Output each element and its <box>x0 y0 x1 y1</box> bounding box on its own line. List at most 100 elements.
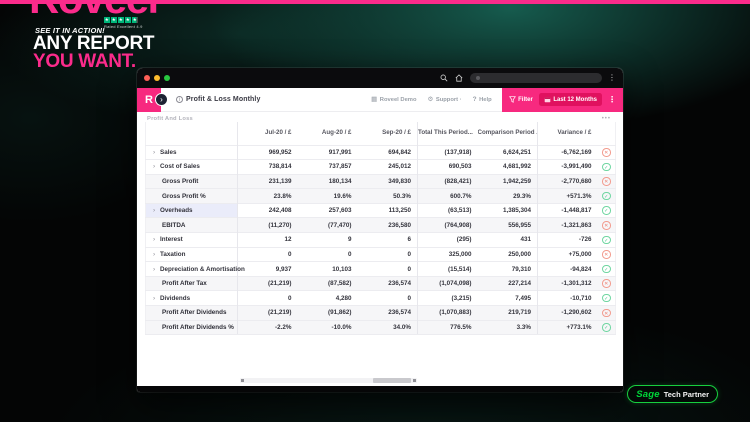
column-header-status <box>598 122 616 145</box>
chevron-right-icon[interactable]: › <box>150 295 160 302</box>
sidebar-toggle-button[interactable]: › <box>155 93 168 106</box>
cell-value: +571.3% <box>537 188 598 204</box>
nav-item-roveel-demo[interactable]: ▦ Roveel Demo <box>371 96 416 103</box>
cell-value: 1,385,304 <box>477 202 538 218</box>
cell-value: 737,857 <box>297 159 358 175</box>
table-row: EBITDA (11,270) (77,470) 236,580 (764,908) 55… <box>145 217 616 233</box>
status-good-icon: ✓ <box>602 293 611 303</box>
cell-value: (764,908) <box>417 217 478 233</box>
table-row[interactable]: › Sales 969,952 917,991 694,842 (137,918) 6,62… <box>145 144 616 160</box>
cell-value: 7,495 <box>477 290 538 306</box>
status-cell: ✕ <box>597 173 616 189</box>
scrollbar-thumb[interactable] <box>373 378 411 383</box>
info-icon[interactable]: i <box>176 96 183 103</box>
cell-value: 10,103 <box>297 261 358 277</box>
close-window-button[interactable] <box>144 75 150 81</box>
row-label-cell[interactable]: › Dividends <box>145 290 238 306</box>
star-rating-icons: ★ ★ ★ ★ ★ <box>104 17 143 23</box>
column-header[interactable]: Total This Period... <box>417 122 478 145</box>
window-controls <box>144 75 170 81</box>
scroll-right-arrow[interactable] <box>413 379 416 382</box>
column-header[interactable]: Variance / £ <box>537 122 598 145</box>
table-row[interactable]: › Dividends 0 4,280 0 (3,215) 7,495 -10,710 ✓ <box>145 290 616 306</box>
url-bar[interactable] <box>470 73 602 83</box>
cell-value: 50.3% <box>357 188 418 204</box>
zoom-window-button[interactable] <box>164 75 170 81</box>
column-header[interactable]: Aug-20 / £ <box>298 122 358 145</box>
table-row[interactable]: › Cost of Sales 738,814 737,857 245,012 690,5… <box>145 159 616 175</box>
cell-value: -1,301,312 <box>537 275 598 291</box>
cell-value: 257,603 <box>297 202 358 218</box>
table-row[interactable]: › Overheads 242,408 257,603 113,250 (63,513) 1… <box>145 202 616 218</box>
cell-value: 776.5% <box>417 319 478 336</box>
status-good-icon: ✓ <box>602 235 611 245</box>
row-label-cell: Profit After Tax <box>145 275 238 291</box>
cell-value: 231,139 <box>237 173 298 189</box>
nav-item-support[interactable]: ⚙ Support · <box>428 96 462 103</box>
status-cell: ✓ <box>597 232 616 248</box>
nav-item-help[interactable]: ? Help <box>473 96 492 103</box>
window-bottom-frame <box>137 386 623 392</box>
cell-value: 6,624,251 <box>477 144 538 160</box>
row-label-cell[interactable]: › Taxation <box>145 246 238 262</box>
row-label-cell[interactable]: › Depreciation & Amortisation <box>145 261 245 277</box>
filter-button[interactable]: Filter <box>508 96 533 103</box>
horizontal-scrollbar[interactable] <box>240 378 417 383</box>
url-favicon <box>476 76 480 80</box>
home-icon[interactable] <box>454 73 464 83</box>
search-icon[interactable] <box>439 73 449 83</box>
cell-value: 6 <box>357 232 418 248</box>
table-row[interactable]: › Depreciation & Amortisation 9,937 10,103 0… <box>145 261 616 277</box>
cell-value: 236,574 <box>357 305 418 321</box>
status-bad-icon: ✕ <box>602 177 611 186</box>
chevron-right-icon[interactable]: › <box>150 251 160 258</box>
chevron-right-icon[interactable]: › <box>150 266 160 273</box>
date-range-button[interactable]: Last 12 Months <box>538 93 602 106</box>
row-label-cell[interactable]: › Sales <box>145 144 238 160</box>
chevron-right-icon[interactable]: › <box>150 163 160 170</box>
row-label-cell: Profit After Dividends <box>145 305 238 321</box>
help-icon: ? <box>472 96 477 103</box>
table-row[interactable]: › Taxation 0 0 0 325,000 250,000 +75,000 ✕ <box>145 246 616 262</box>
minimize-window-button[interactable] <box>154 75 160 81</box>
cell-value: 917,991 <box>297 144 358 160</box>
nav-item-label: Roveel Demo <box>379 96 417 103</box>
cell-value: 79,310 <box>477 261 538 277</box>
cell-value: 242,408 <box>237 202 298 218</box>
cell-value: -726 <box>537 232 598 248</box>
cell-value: (21,219) <box>237 275 298 291</box>
column-header[interactable]: Jul-20 / £ <box>237 122 298 145</box>
row-label-cell: Gross Profit % <box>145 188 238 204</box>
cell-value: 431 <box>477 232 538 248</box>
browser-menu-icon[interactable]: ⋮ <box>608 73 616 83</box>
toolbar-menu-icon[interactable]: ⋮ <box>608 95 616 105</box>
status-cell: ✕ <box>597 246 616 262</box>
star-icon: ★ <box>111 17 117 23</box>
chevron-right-icon[interactable]: › <box>150 149 160 156</box>
cell-value: +773.1% <box>537 319 598 336</box>
row-label: Profit After Dividends <box>162 309 227 317</box>
cell-value: 0 <box>357 246 418 262</box>
status-cell: ✓ <box>597 319 616 336</box>
cell-value: 236,574 <box>357 275 418 291</box>
row-label-cell[interactable]: › Cost of Sales <box>145 159 238 175</box>
calendar-icon <box>544 97 551 103</box>
cell-value: (828,421) <box>417 173 478 189</box>
cell-value: 0 <box>297 246 358 262</box>
row-label-cell: EBITDA <box>145 217 238 233</box>
cell-value: 349,830 <box>357 173 418 189</box>
chevron-right-icon[interactable]: › <box>150 236 160 243</box>
row-label-cell[interactable]: › Interest <box>145 232 238 248</box>
cell-value: -3,991,490 <box>537 159 598 175</box>
report-content: Profit And Loss ••• Jul-20 / £ Aug-20 / £… <box>137 112 623 386</box>
cell-value: 12 <box>237 232 298 248</box>
cell-value: 245,012 <box>357 159 418 175</box>
scroll-left-arrow[interactable] <box>241 379 244 382</box>
column-header[interactable]: Comparison Period ... <box>478 122 538 145</box>
column-header[interactable]: Sep-20 / £ <box>358 122 418 145</box>
cell-value: 19.6% <box>297 188 358 204</box>
table-row[interactable]: › Interest 12 9 6 (295) 431 -726 ✓ <box>145 232 616 248</box>
chevron-right-icon[interactable]: › <box>150 207 160 214</box>
row-label-cell[interactable]: › Overheads <box>145 202 238 218</box>
table-row: Gross Profit 231,139 180,134 349,830 (828,42… <box>145 173 616 189</box>
